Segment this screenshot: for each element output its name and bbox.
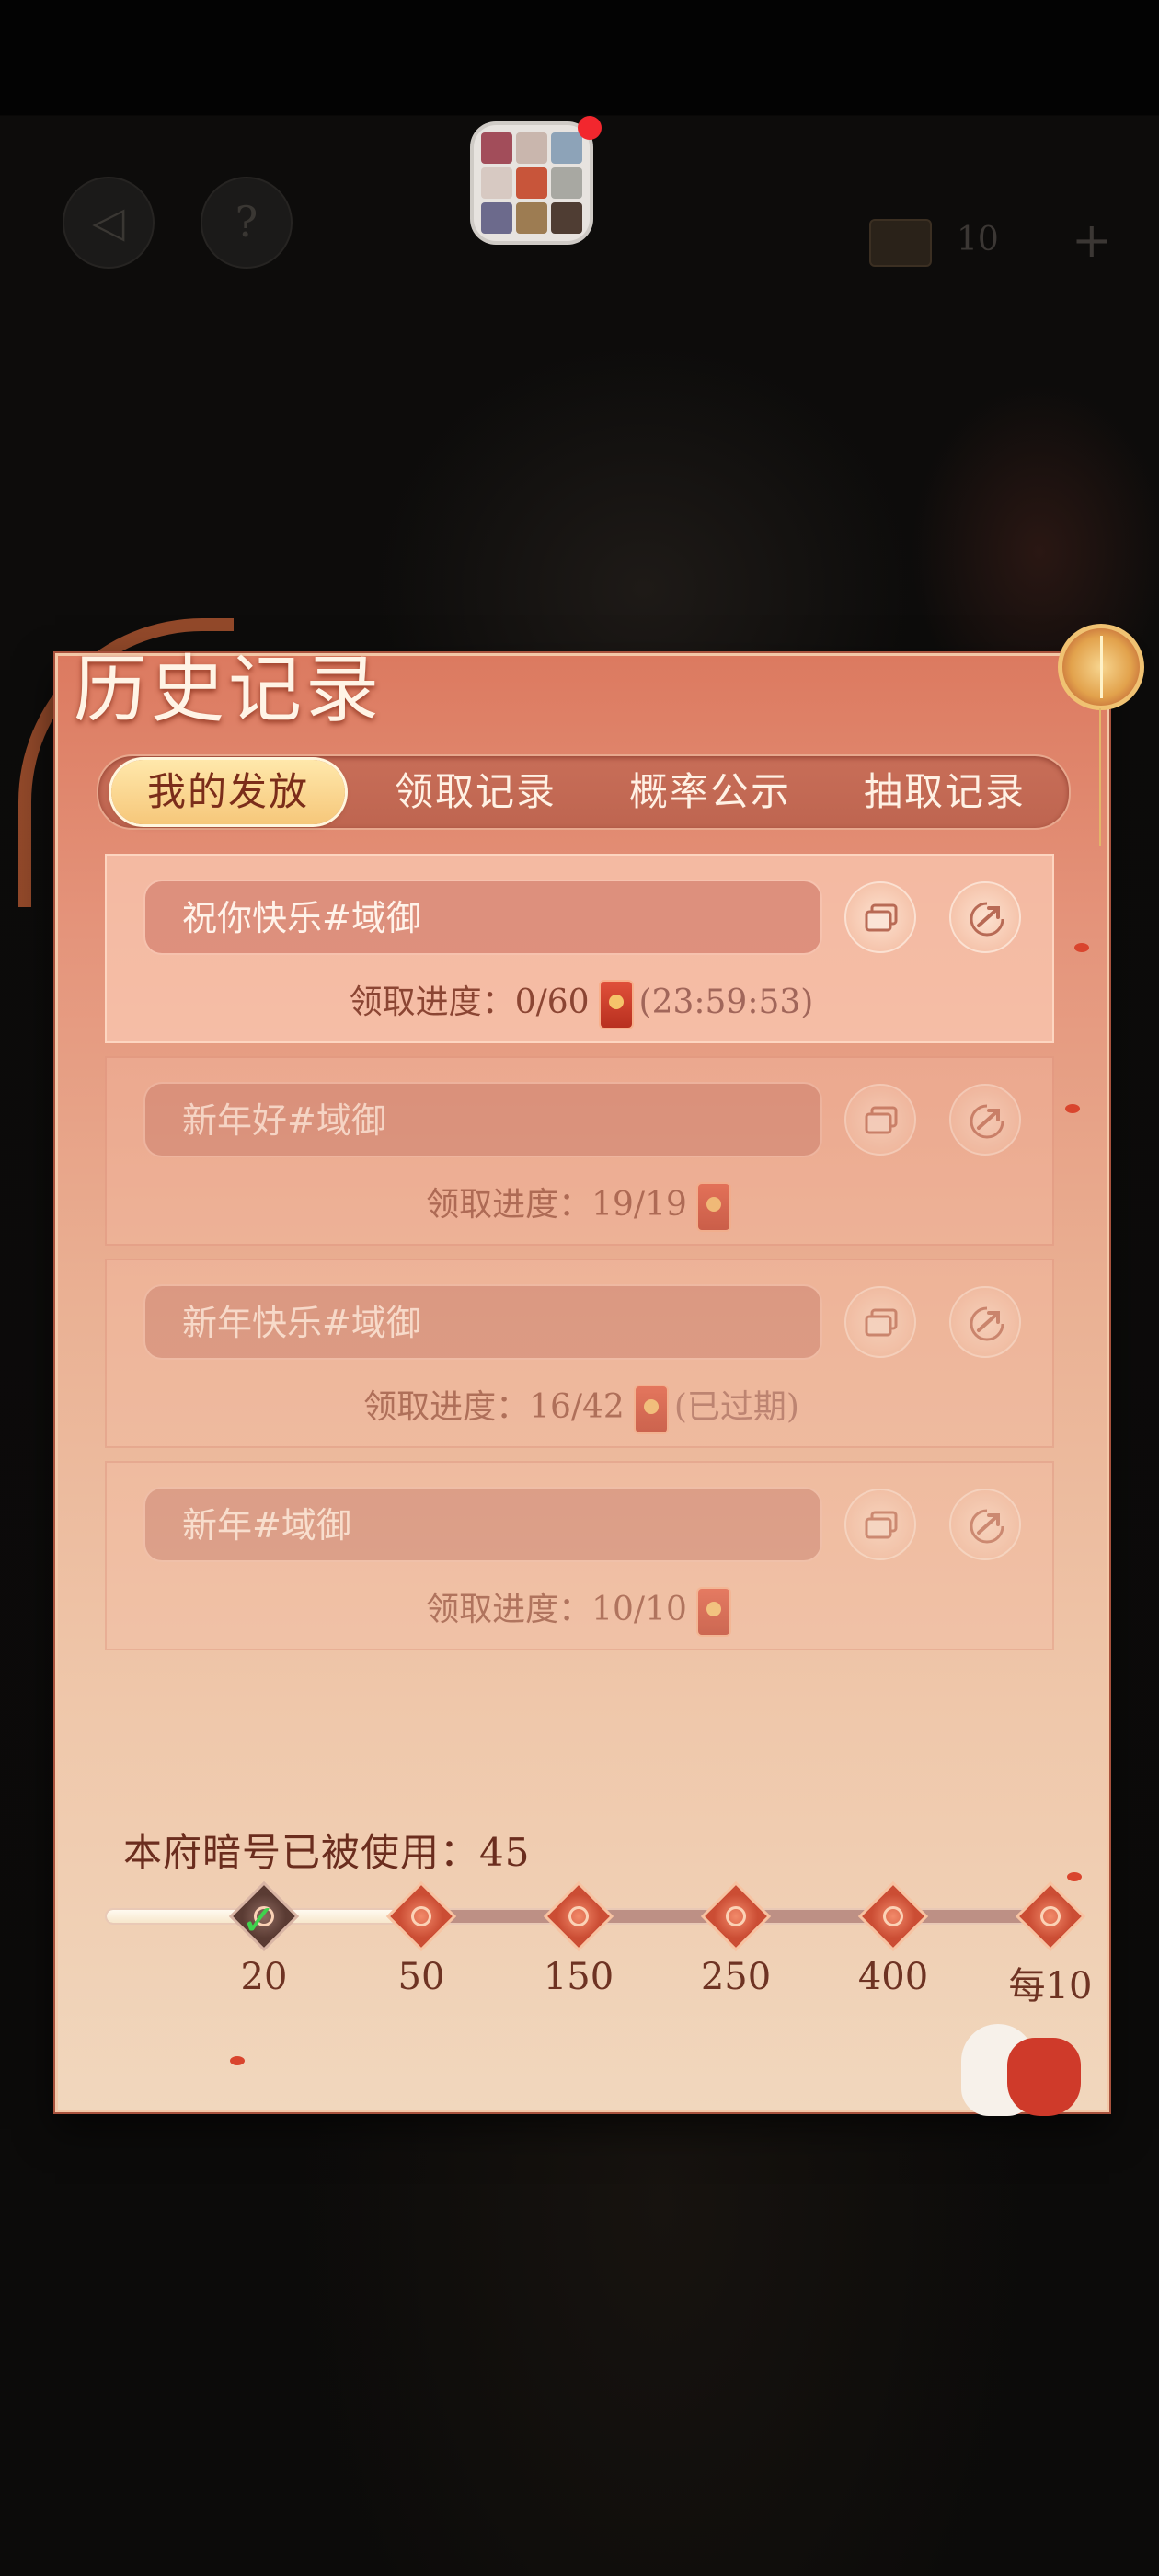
emblem-icon: [1058, 624, 1144, 710]
share-icon: [970, 1306, 1004, 1341]
progress-label: 领取进度：: [426, 1186, 592, 1224]
milestone-label: 每10: [1008, 1965, 1093, 2007]
progress-value: 19/19: [591, 1186, 687, 1224]
progress-status: (已过期): [673, 1388, 799, 1426]
share-icon: [970, 902, 1004, 937]
red-envelope-icon: [633, 1385, 669, 1434]
copy-icon: [865, 1106, 898, 1134]
progress-value: 10/10: [591, 1591, 687, 1628]
copy-icon: [865, 903, 898, 932]
petal-decoration: [1074, 943, 1089, 952]
red-envelope-icon: [598, 980, 634, 1029]
progress-value: 0/60: [514, 983, 590, 1021]
password-usage: 本府暗号已被使用：45: [123, 1822, 530, 1878]
usage-count: 45: [479, 1830, 531, 1875]
emblem-thread: [1099, 708, 1101, 846]
record-card: 新年#域御 领取进度：10/10: [105, 1461, 1054, 1650]
record-card: 新年好#域御 领取进度：19/19: [105, 1056, 1054, 1246]
copy-button[interactable]: [844, 1489, 916, 1560]
progress-label: 领取进度：: [426, 1591, 592, 1628]
notification-dot: [578, 116, 602, 140]
share-icon: [970, 1104, 1004, 1139]
share-button[interactable]: [949, 1286, 1021, 1358]
milestone-label: 400: [857, 1956, 929, 1998]
progress-value: 16/42: [529, 1388, 625, 1426]
record-card: 祝你快乐#域御 领取进度：0/60 (23:59:53): [105, 854, 1054, 1043]
progress-label: 领取进度：: [349, 983, 515, 1021]
milestone-label: 20: [240, 1956, 288, 1998]
red-envelope-icon: [695, 1182, 731, 1232]
usage-label: 本府暗号已被使用：: [123, 1830, 480, 1875]
record-card: 新年快乐#域御 领取进度：16/42 (已过期): [105, 1259, 1054, 1448]
share-button[interactable]: [949, 881, 1021, 953]
help-icon: ?: [235, 197, 258, 247]
record-message: 新年#域御: [143, 1487, 822, 1562]
tab-my-distribution[interactable]: 我的发放: [111, 760, 345, 824]
share-button[interactable]: [949, 1489, 1021, 1560]
copy-button[interactable]: [844, 1286, 916, 1358]
lucky-bag-icon: [1007, 2038, 1081, 2116]
record-message: 祝你快乐#域御: [143, 880, 822, 955]
claim-progress: 领取进度：19/19: [107, 1176, 1056, 1235]
status-bar-area: [0, 0, 1159, 115]
milestone-label: 250: [700, 1956, 772, 1998]
claim-progress: 领取进度：16/42 (已过期): [107, 1378, 1056, 1437]
share-icon: [970, 1509, 1004, 1544]
petal-decoration: [230, 2056, 245, 2065]
floating-app-icon[interactable]: [474, 125, 590, 241]
checkmark-icon: ✓: [241, 1895, 277, 1945]
record-message: 新年好#域御: [143, 1082, 822, 1157]
milestone-label: 150: [543, 1956, 614, 1998]
copy-button[interactable]: [844, 881, 916, 953]
currency-count: 10: [957, 221, 999, 259]
help-button[interactable]: ?: [201, 177, 293, 269]
claim-progress: 领取进度：0/60 (23:59:53): [107, 973, 1056, 1032]
panel-title: 历史记录: [74, 647, 383, 732]
tab-bar: 我的发放 领取记录 概率公示 抽取记录: [97, 754, 1071, 830]
record-message: 新年快乐#域御: [143, 1284, 822, 1360]
milestone-label: 50: [397, 1956, 445, 1998]
progress-label: 领取进度：: [363, 1388, 530, 1426]
add-currency-button[interactable]: +: [1072, 213, 1112, 269]
copy-icon: [865, 1511, 898, 1539]
treasure-chest-icon: [869, 219, 932, 267]
back-arrow-icon: ◁: [92, 197, 125, 247]
petal-decoration: [1067, 1872, 1082, 1881]
back-button[interactable]: ◁: [63, 177, 155, 269]
claim-progress: 领取进度：10/10: [107, 1581, 1056, 1639]
tab-probability[interactable]: 概率公示: [609, 756, 811, 828]
red-envelope-icon: [695, 1587, 731, 1637]
petal-decoration: [1065, 1104, 1080, 1113]
copy-button[interactable]: [844, 1084, 916, 1156]
share-button[interactable]: [949, 1084, 1021, 1156]
tab-claim-records[interactable]: 领取记录: [374, 756, 577, 828]
tab-draw-records[interactable]: 抽取记录: [843, 756, 1046, 828]
copy-icon: [865, 1308, 898, 1337]
progress-status: (23:59:53): [638, 983, 814, 1021]
